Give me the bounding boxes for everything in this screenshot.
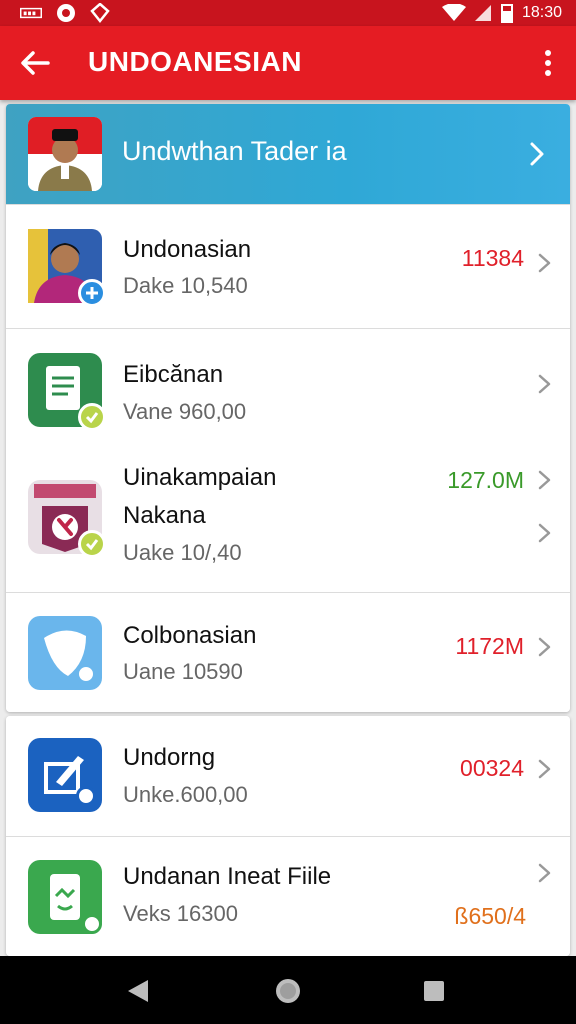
item-sub: Dake 10,540 — [123, 273, 248, 298]
dot-badge-icon — [82, 914, 102, 934]
chevron-right-icon — [538, 523, 551, 543]
nav-recents-icon[interactable] — [422, 979, 446, 1003]
item-sub: Uake 10/,40 — [123, 540, 242, 565]
item-name: Undorng — [123, 744, 216, 771]
item-amount: 127.0M — [447, 467, 524, 493]
item-amount: ß650/4 — [454, 903, 526, 929]
item-icon-shield — [28, 616, 102, 690]
item-icon-document — [28, 353, 106, 431]
item-amount: 1172M — [455, 633, 524, 659]
account-list-card: Undwthan Tader ia Undonasian Dake 10,540… — [6, 104, 570, 712]
chevron-right-icon — [538, 759, 551, 779]
more-vert-icon[interactable] — [538, 48, 558, 78]
dot-badge-icon — [76, 664, 96, 684]
item-name: Eibcănan — [123, 361, 224, 388]
chevron-right-icon — [538, 470, 551, 490]
item-name: Uinakampaian — [123, 464, 277, 491]
back-arrow-icon[interactable] — [18, 46, 52, 80]
item-name: Colbonasian — [123, 622, 257, 649]
account-list-card-2: Undorng Unke.600,00 00324 Undanan Ineat … — [6, 716, 570, 956]
item-name: Undanan Ineat Fiile — [123, 863, 332, 890]
status-bar: 18:30 — [0, 0, 576, 26]
check-badge-icon — [78, 403, 106, 431]
status-time: 18:30 — [521, 4, 562, 21]
item-avatar — [28, 229, 106, 307]
featured-avatar — [28, 117, 102, 191]
featured-account-row[interactable]: Undwthan Tader ia — [6, 104, 570, 204]
dot-badge-icon — [76, 786, 96, 806]
signal-icon — [474, 5, 491, 21]
item-amount: 11384 — [461, 245, 524, 271]
chevron-right-icon — [538, 253, 551, 273]
item-name: Undonasian — [123, 236, 252, 263]
chevron-right-icon — [538, 863, 551, 883]
item-sub: Vane 960,00 — [123, 399, 247, 424]
add-badge-icon — [78, 279, 106, 307]
list-item[interactable]: Undorng Unke.600,00 00324 — [6, 716, 570, 836]
battery-icon — [500, 4, 513, 23]
chevron-right-icon — [538, 374, 551, 394]
item-name-line2: Nakana — [123, 502, 206, 529]
nav-back-icon[interactable] — [126, 978, 150, 1004]
record-notification-icon — [57, 4, 75, 22]
item-amount: 00324 — [460, 755, 524, 781]
featured-title: Undwthan Tader ia — [122, 136, 347, 166]
list-item[interactable]: Undanan Ineat Fiile Veks 16300 ß650/4 — [6, 836, 570, 956]
list-item[interactable]: Uinakampaian Nakana Uake 10/,40 127.0M — [6, 448, 570, 592]
gallery-notification-icon — [20, 7, 42, 19]
location-notification-icon — [90, 3, 110, 23]
chevron-right-icon — [538, 637, 551, 657]
system-nav-bar — [0, 956, 576, 1024]
item-sub: Uane 10590 — [123, 659, 243, 684]
chevron-right-icon — [530, 142, 544, 166]
item-icon-edit — [28, 738, 102, 812]
list-item[interactable]: Eibcănan Vane 960,00 — [6, 328, 570, 448]
list-item[interactable]: Colbonasian Uane 10590 1172M — [6, 592, 570, 712]
item-icon-campaign — [28, 480, 106, 558]
item-sub: Veks 16300 — [123, 901, 238, 926]
check-badge-icon — [78, 530, 106, 558]
list-item[interactable]: Undonasian Dake 10,540 11384 — [6, 204, 570, 328]
item-icon-file — [28, 860, 102, 934]
wifi-icon — [441, 4, 466, 21]
item-sub: Unke.600,00 — [123, 782, 248, 807]
nav-home-icon[interactable] — [274, 977, 302, 1005]
page-title: UNDOANESIAN — [88, 46, 302, 77]
app-bar: UNDOANESIAN — [0, 26, 576, 100]
